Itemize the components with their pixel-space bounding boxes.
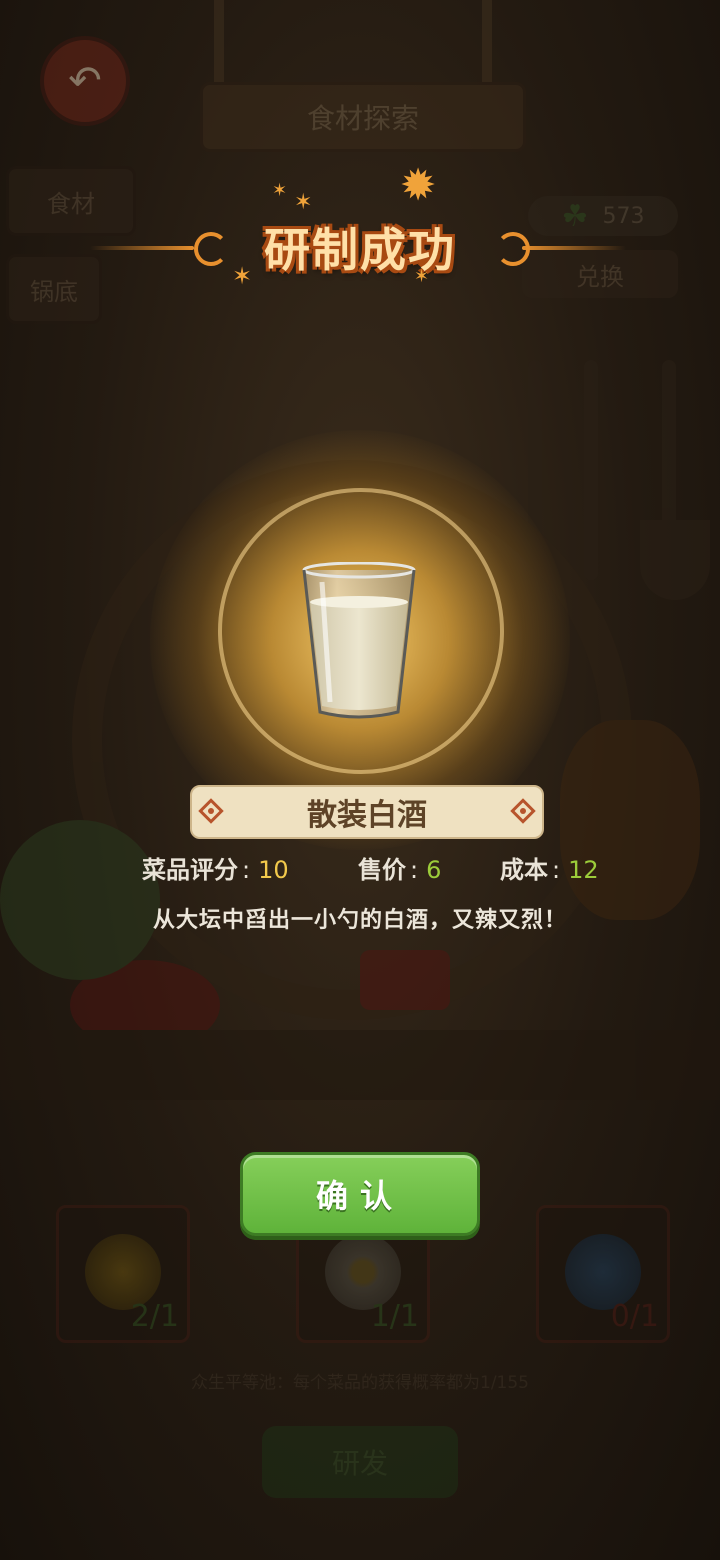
star-icon: ✶	[294, 190, 313, 215]
stat-cost: 成本:12	[500, 850, 599, 885]
sunburst-icon: ✹	[399, 160, 437, 211]
liquor-glass-icon	[300, 561, 418, 724]
stat-price: 售价:6	[358, 850, 441, 885]
stat-score: 菜品评分:10	[142, 850, 289, 885]
stat-label: 售价	[358, 856, 406, 884]
dish-name-plate: 散装白酒	[190, 785, 544, 839]
ornament-icon	[198, 798, 224, 824]
ornament-icon	[510, 798, 536, 824]
stat-label: 成本	[500, 856, 548, 884]
dish-name: 散装白酒	[307, 798, 427, 833]
stat-separator: :	[410, 856, 419, 884]
star-icon: ✶	[414, 266, 430, 287]
stat-value: 12	[568, 856, 599, 884]
stat-value: 10	[258, 856, 289, 884]
stat-value: 6	[426, 856, 442, 884]
star-icon: ✶	[272, 180, 288, 201]
title-banner: 研制成功 ✶ ✶ ✶ ✶	[0, 170, 720, 300]
stat-separator: :	[242, 856, 251, 884]
dish-stats: 菜品评分:10 售价:6 成本:12	[0, 850, 720, 884]
stat-label: 菜品评分	[142, 856, 238, 884]
confirm-button[interactable]: 确认	[240, 1152, 480, 1236]
success-title: 研制成功	[264, 223, 456, 277]
star-icon: ✶	[232, 262, 253, 290]
stat-separator: :	[552, 856, 561, 884]
dish-description: 从大坛中舀出一小勺的白酒，又辣又烈！	[152, 908, 567, 933]
result-popup: 研制成功 ✶ ✶ ✶ ✶ ✹ 散装白酒 菜品评分: 10 售价: 6 成本 …	[0, 0, 720, 1560]
